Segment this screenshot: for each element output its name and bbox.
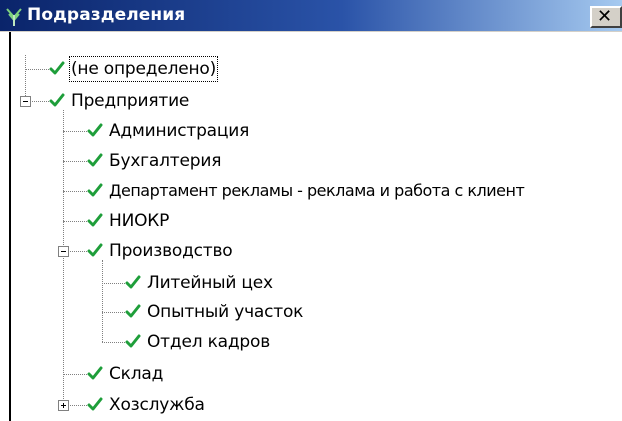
tree-connector <box>102 312 125 313</box>
tree-item-label: Опытный участок <box>147 302 304 322</box>
tree-connector <box>63 131 87 132</box>
tree-connector <box>30 101 49 102</box>
tree-connector <box>25 55 26 100</box>
tree-connector <box>102 342 125 343</box>
checkmark-icon <box>87 213 103 227</box>
window-title: Подразделения <box>27 5 186 25</box>
tree-left-border <box>9 32 11 421</box>
tree-item-label: Департамент рекламы - реклама и работа с… <box>109 181 525 200</box>
tree-connector <box>25 69 49 70</box>
tree-item-label: Склад <box>109 364 164 384</box>
checkmark-icon <box>49 93 65 107</box>
tree-connector <box>102 283 125 284</box>
tree-connector <box>68 251 87 252</box>
tree-connector <box>63 221 87 222</box>
tree-item-label: (не определено) <box>69 56 219 82</box>
tree-connector <box>68 405 87 406</box>
tree-item-label: Администрация <box>109 121 250 141</box>
tree-connector <box>102 260 103 342</box>
tree-connector <box>63 110 64 409</box>
checkmark-icon <box>87 123 103 137</box>
close-button[interactable]: ✕ <box>590 6 622 28</box>
checkmark-icon <box>87 397 103 411</box>
tree-item-label: НИОКР <box>109 211 170 231</box>
tree-connector <box>63 191 87 192</box>
checkmark-icon <box>125 304 141 318</box>
close-icon: ✕ <box>597 6 613 27</box>
tree-connector <box>63 374 87 375</box>
tree-item-label: Предприятие <box>71 91 190 111</box>
tree-item-label: Хозслужба <box>109 395 205 415</box>
tree-icon <box>6 8 22 26</box>
collapse-expander-icon[interactable] <box>20 96 31 107</box>
checkmark-icon <box>125 334 141 348</box>
tree-connector <box>63 161 87 162</box>
checkmark-icon <box>87 243 103 257</box>
checkmark-icon <box>87 183 103 197</box>
tree-item-label: Бухгалтерия <box>109 151 222 171</box>
checkmark-icon <box>125 275 141 289</box>
tree-item-label: Отдел кадров <box>147 332 271 352</box>
tree-item-label: Литейный цех <box>147 273 273 293</box>
checkmark-icon <box>87 366 103 380</box>
collapse-expander-icon[interactable] <box>58 246 69 257</box>
title-bar[interactable]: Подразделения ✕ <box>0 0 622 32</box>
tree-item-label: Производство <box>109 241 233 261</box>
checkmark-icon <box>49 61 65 75</box>
expand-expander-icon[interactable] <box>58 400 69 411</box>
checkmark-icon <box>87 153 103 167</box>
